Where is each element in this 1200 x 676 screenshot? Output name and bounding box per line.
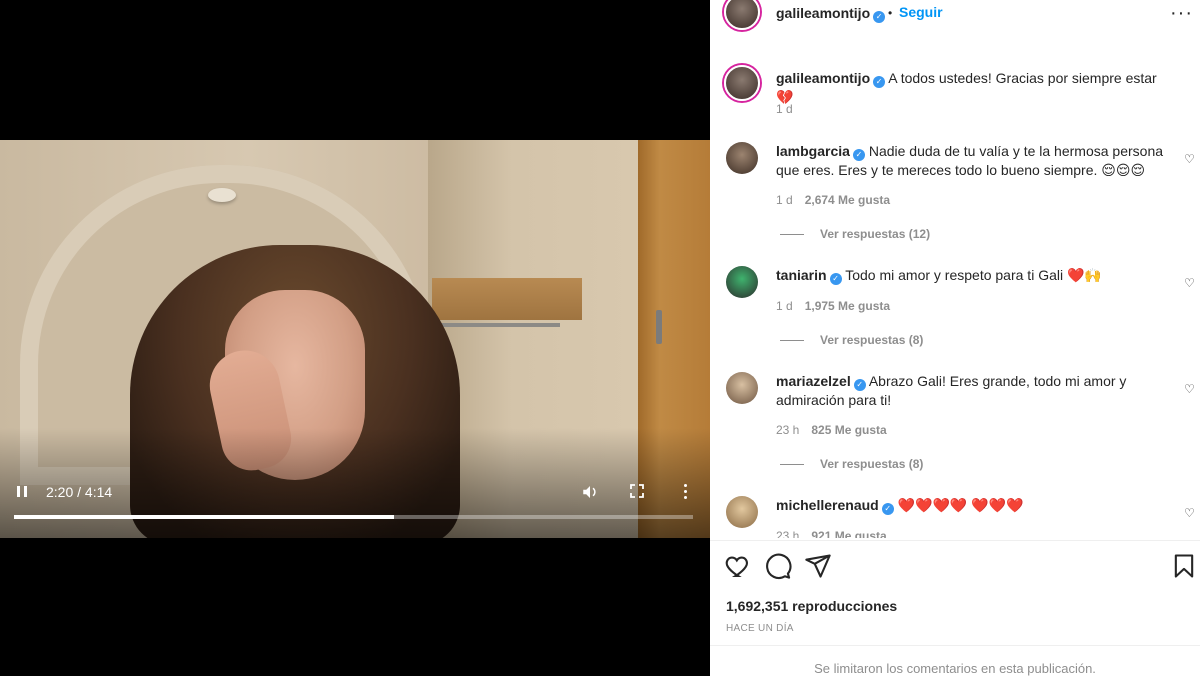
comment-time: 1 d: [776, 299, 793, 313]
comment-likes[interactable]: 921 Me gusta: [811, 529, 886, 538]
avatar[interactable]: [724, 0, 760, 30]
view-count-text: 1,692,351 reproducciones: [726, 598, 898, 614]
volume-button[interactable]: [578, 480, 602, 504]
comment-like-icon[interactable]: ♡: [1184, 382, 1195, 396]
header-separator: •: [888, 6, 893, 20]
replies-line: [780, 234, 804, 236]
comment-meta: 1 d 2,674 Me gusta: [776, 193, 890, 207]
comment-item: michellerenaud ✓ ❤️❤️❤️❤️ ❤️❤️❤️ ♡ 23 h 92…: [710, 496, 1200, 538]
comment-username[interactable]: taniarin: [776, 267, 827, 283]
post-date: HACE UN DÍA: [726, 623, 794, 634]
more-vert-icon-dot: [683, 483, 687, 487]
view-count[interactable]: 1,692,351 reproducciones: [726, 598, 897, 614]
comment-username[interactable]: michellerenaud: [776, 497, 879, 513]
caption-text: A todos ustedes! Gracias por siempre est…: [888, 70, 1157, 86]
video-player[interactable]: 2:20 / 4:14: [0, 0, 710, 676]
view-replies-button[interactable]: Ver respuestas (8): [780, 333, 923, 347]
replies-label: Ver respuestas (12): [820, 227, 931, 241]
heart-icon[interactable]: [724, 552, 752, 580]
comment-time: 23 h: [776, 529, 800, 538]
post-header: galileamontijo ✓ • Seguir ···: [710, 0, 1200, 36]
comment-text: Todo mi amor y respeto para ti Gali: [845, 267, 1064, 283]
comment-avatar[interactable]: [726, 266, 758, 298]
video-progress-fill: [14, 515, 395, 519]
comment-emoji: ❤️❤️❤️❤️ ❤️❤️❤️: [897, 497, 1024, 513]
divider: [710, 540, 1200, 541]
volume-icon: [583, 486, 596, 498]
caption-username[interactable]: galileamontijo: [776, 70, 870, 86]
comment-like-icon[interactable]: ♡: [1184, 506, 1195, 520]
comment-like-icon[interactable]: ♡: [1184, 276, 1195, 290]
video-more-button[interactable]: [674, 480, 696, 502]
comment-text-block: michellerenaud ✓ ❤️❤️❤️❤️ ❤️❤️❤️: [776, 496, 1171, 515]
caption-time: 1 d: [776, 102, 793, 116]
comment-likes[interactable]: 825 Me gusta: [811, 423, 886, 437]
replies-line: [780, 340, 804, 342]
follow-button[interactable]: Seguir: [899, 4, 943, 20]
more-options-icon[interactable]: ···: [1170, 2, 1193, 25]
caption-text-block: galileamontijo ✓ A todos ustedes! Gracias…: [776, 69, 1176, 106]
comment-emoji: ❤️🙌: [1066, 267, 1102, 283]
pause-button[interactable]: [12, 480, 32, 502]
pause-icon-bar-left: [17, 485, 20, 497]
video-time: 2:20 / 4:14: [46, 484, 113, 500]
comment-meta: 1 d 1,975 Me gusta: [776, 299, 890, 313]
video-controls: 2:20 / 4:14: [0, 470, 710, 540]
verified-icon: ✓: [852, 149, 865, 161]
comment-avatar[interactable]: [726, 496, 758, 528]
fullscreen-button[interactable]: [626, 480, 648, 502]
comment-text-block: taniarin ✓ Todo mi amor y respeto para ti…: [776, 266, 1171, 285]
fullscreen-icon: [630, 484, 644, 498]
view-replies-button[interactable]: Ver respuestas (8): [780, 457, 923, 471]
comment-likes[interactable]: 1,975 Me gusta: [805, 299, 890, 313]
comment-meta: 23 h 825 Me gusta: [776, 423, 887, 437]
pause-icon-bar-right: [24, 485, 27, 497]
comment-meta: 23 h 921 Me gusta: [776, 529, 887, 538]
divider: [710, 645, 1200, 646]
verified-icon: ✓: [829, 273, 842, 285]
replies-label: Ver respuestas (8): [820, 457, 924, 471]
comment-time: 1 d: [776, 193, 793, 207]
video-scene-light: [208, 188, 236, 202]
share-icon[interactable]: [804, 552, 832, 580]
header-user: galileamontijo ✓: [776, 5, 886, 23]
verified-icon: ✓: [873, 76, 886, 88]
view-replies-button[interactable]: Ver respuestas (12): [780, 227, 930, 241]
post-actions: [710, 552, 1200, 582]
replies-label: Ver respuestas (8): [820, 333, 924, 347]
post-side-panel: galileamontijo ✓ • Seguir ··· galileamont…: [710, 0, 1200, 676]
video-progress-bar[interactable]: [14, 515, 693, 519]
more-vert-icon-dot: [683, 489, 687, 493]
comment-text-block: mariazelzel ✓ Abrazo Gali! Eres grande, t…: [776, 372, 1171, 409]
comment-username[interactable]: lambgarcia: [776, 143, 850, 159]
caption-avatar[interactable]: [724, 65, 760, 101]
bookmark-icon[interactable]: [1170, 552, 1198, 580]
comment-icon[interactable]: [764, 552, 792, 580]
comment-avatar[interactable]: [726, 372, 758, 404]
replies-line: [780, 464, 804, 466]
comment-likes[interactable]: 2,674 Me gusta: [805, 193, 890, 207]
comment-time: 23 h: [776, 423, 800, 437]
comment-avatar[interactable]: [726, 142, 758, 174]
verified-icon: ✓: [881, 503, 894, 515]
comment-emoji: 😌😌😌: [1101, 162, 1146, 178]
comment-text-block: lambgarcia ✓ Nadie duda de tu valía y te …: [776, 142, 1171, 179]
comment-username[interactable]: mariazelzel: [776, 373, 851, 389]
verified-icon: ✓: [873, 11, 886, 23]
comment-like-icon[interactable]: ♡: [1184, 152, 1195, 166]
verified-icon: ✓: [853, 379, 866, 391]
limited-comments-notice: Se limitaron los comentarios en esta pub…: [814, 661, 1096, 676]
video-scene-hinge: [656, 310, 662, 344]
header-username[interactable]: galileamontijo: [776, 5, 870, 21]
more-vert-icon-dot: [683, 495, 687, 499]
